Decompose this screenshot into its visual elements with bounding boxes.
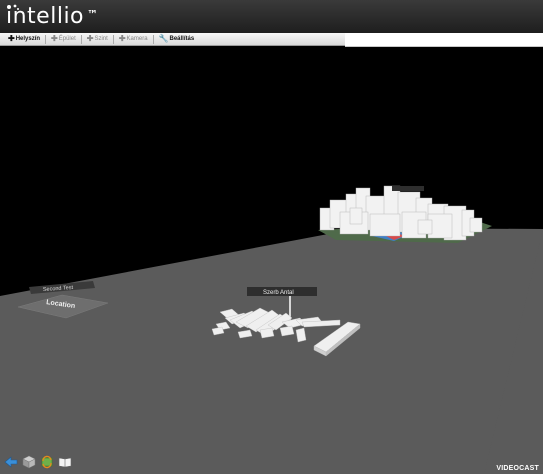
toolbar-divider xyxy=(45,34,47,44)
add-camera-label: Kamera xyxy=(126,36,148,42)
add-location-label: Helyszín xyxy=(15,36,41,42)
add-floor-button[interactable]: ✚ Szint xyxy=(83,34,112,45)
layers-cube-icon[interactable] xyxy=(22,455,36,469)
book-icon[interactable] xyxy=(58,455,72,469)
bottom-toolbar xyxy=(4,455,72,469)
ground-plane xyxy=(0,228,543,474)
app-logo: intellio ™ xyxy=(6,4,99,30)
add-building-label: Épület xyxy=(58,36,76,42)
app-header: intellio ™ xyxy=(0,0,543,33)
plus-icon: ✚ xyxy=(118,34,126,43)
toolbar-filler xyxy=(345,33,543,47)
add-location-button[interactable]: ✚ Helyszín xyxy=(4,34,44,45)
toolbar-divider xyxy=(152,34,154,44)
toolbar-divider xyxy=(112,34,114,44)
plus-icon: ✚ xyxy=(8,34,15,43)
toolbar-divider xyxy=(80,34,82,44)
plus-icon: ✚ xyxy=(51,34,58,43)
logo-text: intellio xyxy=(6,4,85,29)
add-floor-label: Szint xyxy=(94,36,108,42)
plus-icon: ✚ xyxy=(86,34,94,43)
add-camera-button[interactable]: ✚ Kamera xyxy=(115,34,152,45)
settings-label: Beállítás xyxy=(169,36,195,42)
settings-button[interactable]: 🔧 Beállítás xyxy=(155,34,199,45)
add-building-button[interactable]: ✚ Épület xyxy=(47,34,80,45)
map-3d-viewport[interactable]: Second Test Location Szerb Antal xyxy=(0,47,543,474)
videocast-watermark: VIDEOCAST xyxy=(496,465,539,472)
back-arrow-icon[interactable] xyxy=(4,455,18,469)
city-buildings[interactable] xyxy=(319,185,483,241)
refresh-map-icon[interactable] xyxy=(40,455,54,469)
city-label-bg xyxy=(392,186,424,191)
main-toolbar: ✚ Helyszín ✚ Épület ✚ Szint ✚ Kamera 🔧 B… xyxy=(0,33,345,46)
logo-trademark: ™ xyxy=(87,8,99,21)
szerb-antal-label: Szerb Antal xyxy=(263,290,294,296)
wrench-icon: 🔧 xyxy=(158,34,169,43)
